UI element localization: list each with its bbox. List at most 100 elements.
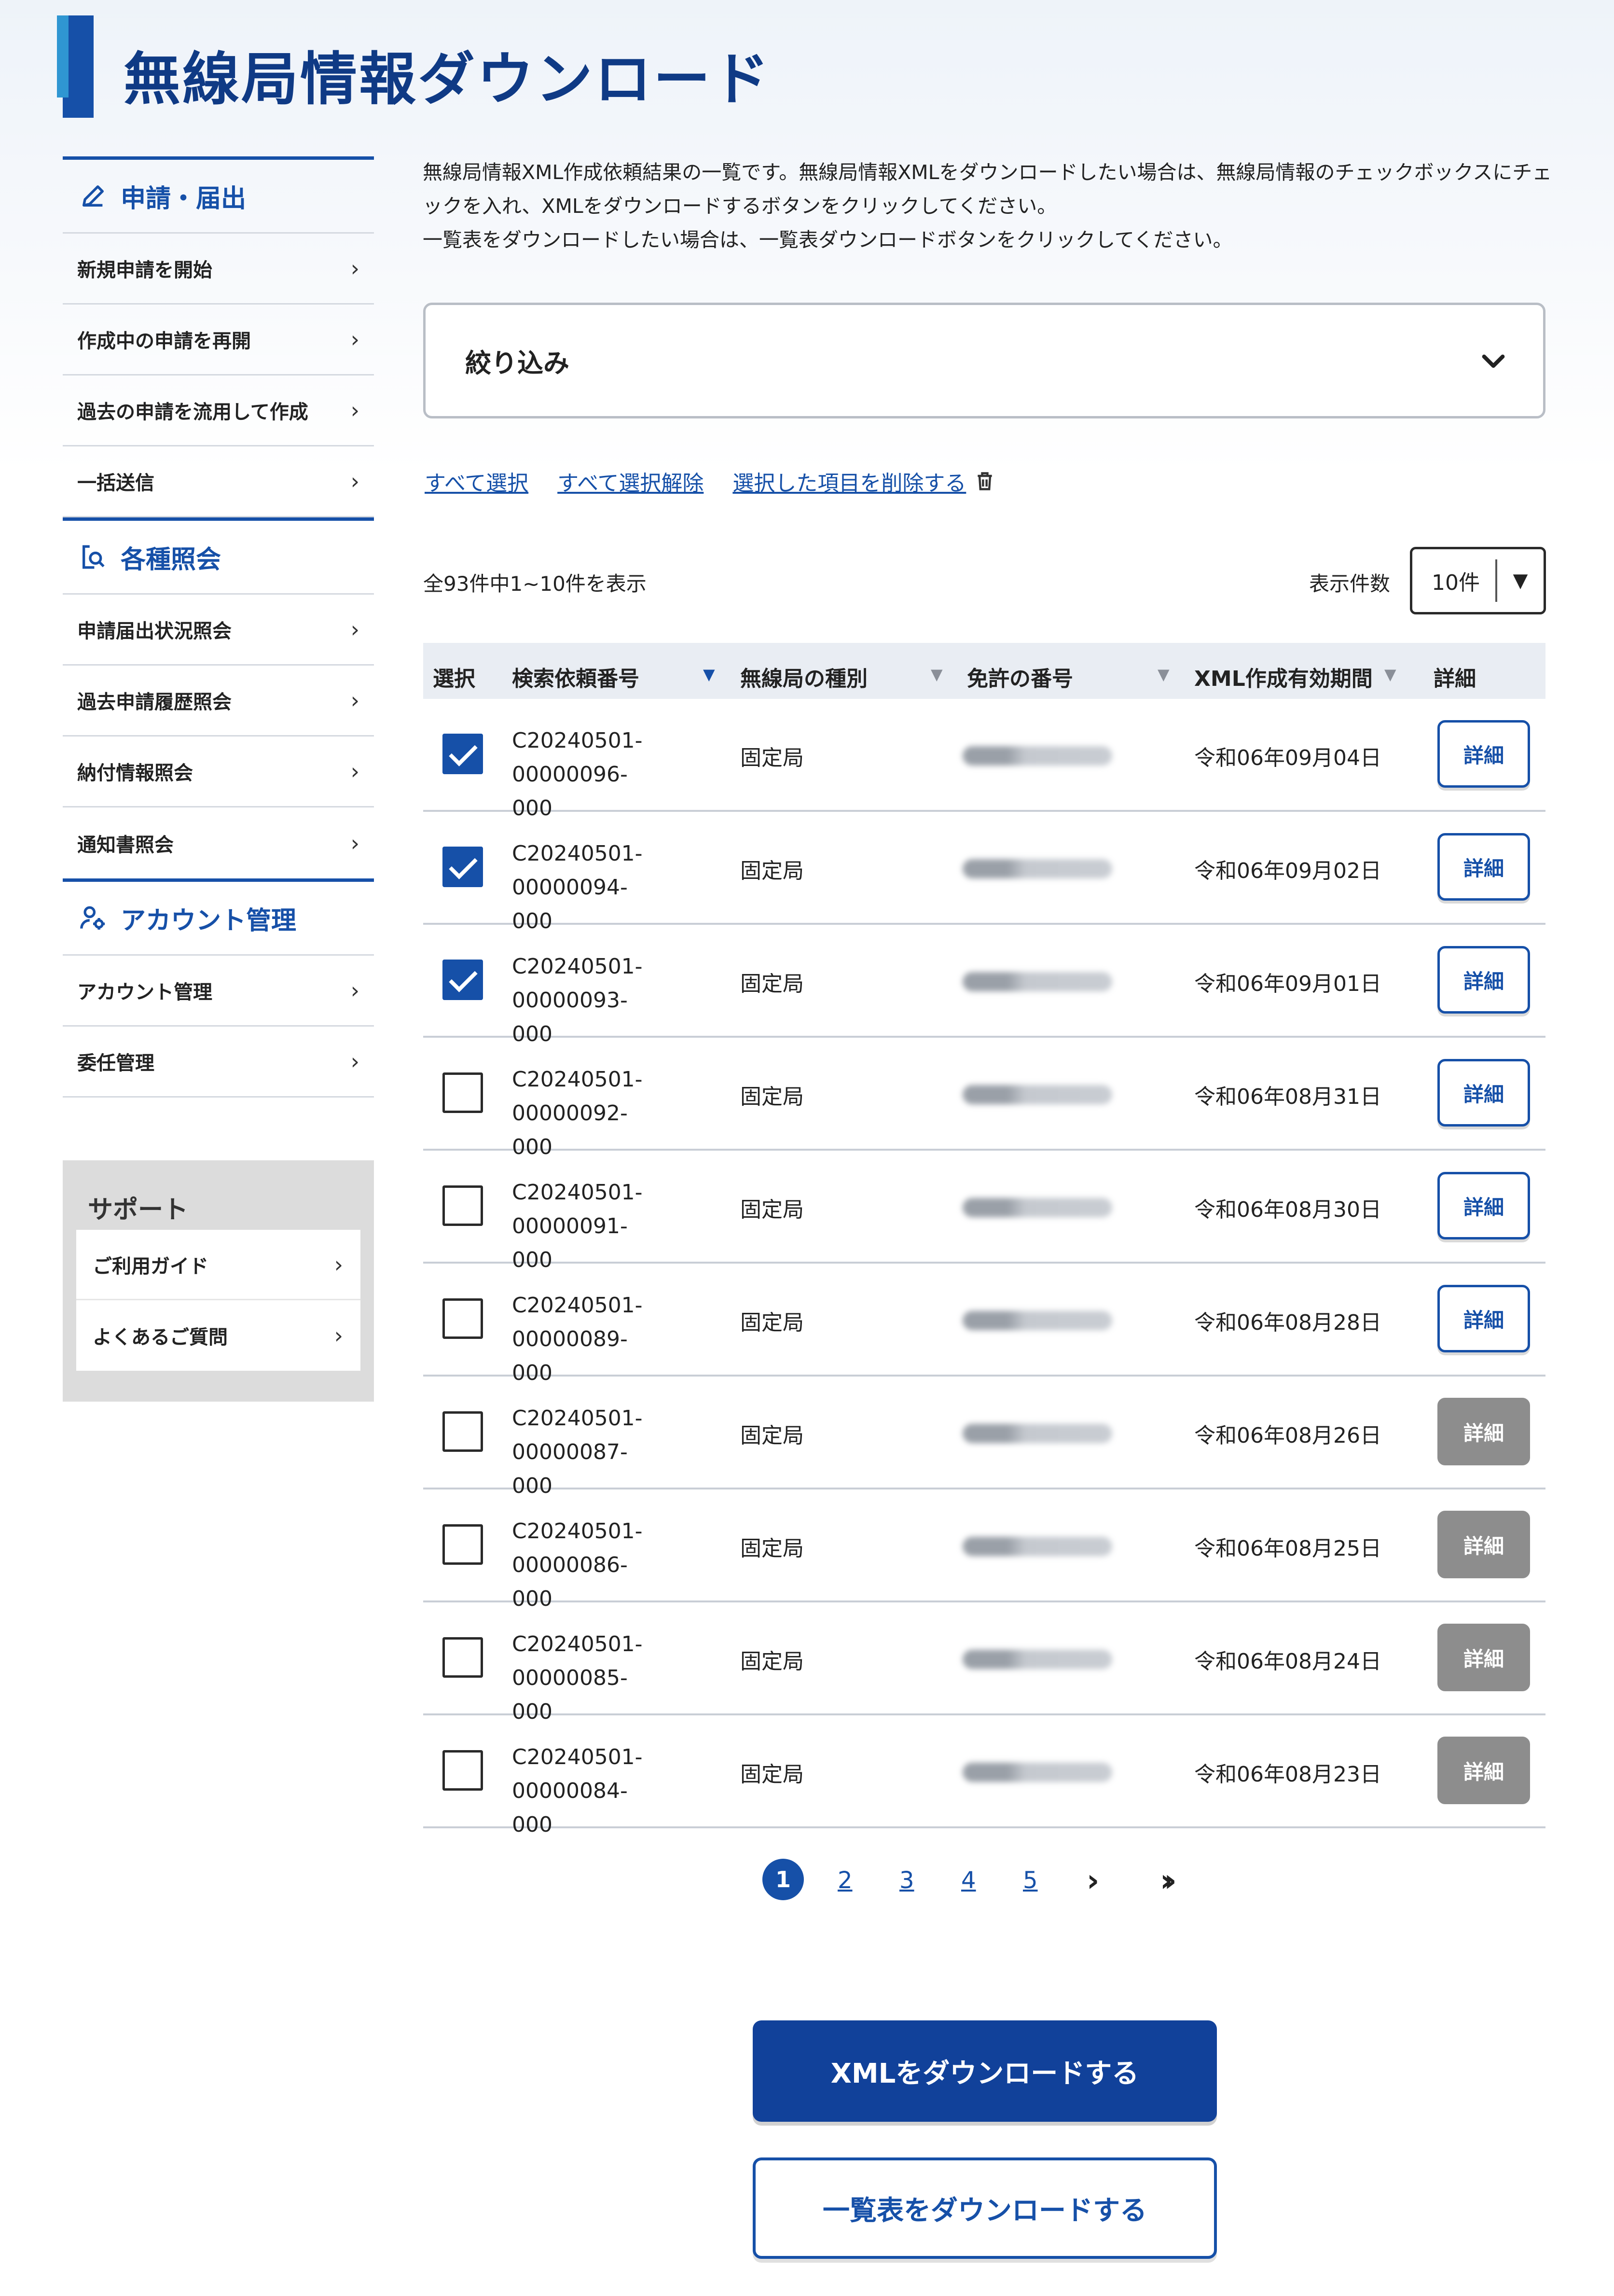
per-page-select[interactable]: 10件 ▼ xyxy=(1410,547,1546,614)
detail-button[interactable]: 詳細 xyxy=(1437,720,1530,788)
title-accent-bar xyxy=(57,15,94,118)
column-header-detail: 詳細 xyxy=(1434,667,1476,691)
search-id-line: C20240501-00000085- xyxy=(512,1632,643,1690)
page-link[interactable]: 4 xyxy=(961,1867,976,1894)
search-id-line: C20240501-00000089- xyxy=(512,1293,643,1351)
column-header-xml-period[interactable]: XML作成有効期間 xyxy=(1194,661,1373,692)
filter-accordion[interactable]: 絞り込み xyxy=(423,303,1545,418)
table-header: 選択 検索依頼番号 ▼ 無線局の種別 ▼ 免許の番号 ▼ XML作成有効期間 ▼… xyxy=(423,643,1545,699)
page-current[interactable]: 1 xyxy=(762,1859,804,1900)
row-checkbox[interactable] xyxy=(442,1524,483,1565)
intro-line: 一覧表をダウンロードしたい場合は、一覧表ダウンロードボタンをクリックしてください… xyxy=(423,228,1233,251)
detail-button[interactable]: 詳細 xyxy=(1437,1624,1530,1691)
page-link[interactable]: 2 xyxy=(838,1867,853,1894)
sidebar-item-bulk-send[interactable]: 一括送信 › xyxy=(63,446,374,517)
row-checkbox[interactable] xyxy=(442,1637,483,1678)
station-type-cell: 固定局 xyxy=(740,972,804,996)
table-row: C20240501-00000093- 000 固定局 令和06年09月01日 詳細 xyxy=(423,925,1545,1046)
detail-button[interactable]: 詳細 xyxy=(1437,1285,1530,1352)
last-page-icon[interactable]: ›› xyxy=(1160,1863,1176,1899)
row-checkbox[interactable] xyxy=(442,847,483,887)
detail-button[interactable]: 詳細 xyxy=(1437,1172,1530,1239)
chevron-down-icon xyxy=(1482,354,1505,368)
search-id-line: C20240501-00000096- xyxy=(512,728,643,787)
sidebar-item-status-inquiry[interactable]: 申請届出状況照会 › xyxy=(63,595,374,666)
sidebar-section-account: アカウント管理 xyxy=(63,878,374,956)
row-checkbox[interactable] xyxy=(442,960,483,1000)
detail-button[interactable]: 詳細 xyxy=(1437,1059,1530,1127)
sidebar-item-new-application[interactable]: 新規申請を開始 › xyxy=(63,234,374,305)
sidebar-item-notice-inquiry[interactable]: 通知書照会 › xyxy=(63,807,374,878)
sidebar-section-inquiry: 各種照会 xyxy=(63,517,374,595)
detail-button[interactable]: 詳細 xyxy=(1437,946,1530,1014)
detail-button[interactable]: 詳細 xyxy=(1437,1737,1530,1804)
sidebar-item-label: 委任管理 xyxy=(77,1052,154,1074)
pencil-icon xyxy=(83,185,104,207)
row-checkbox[interactable] xyxy=(442,1298,483,1339)
search-id-cell: C20240501-00000086- 000 xyxy=(512,1515,724,1616)
search-id-line: C20240501-00000086- xyxy=(512,1519,643,1577)
xml-period-cell: 令和06年08月28日 xyxy=(1194,1310,1381,1335)
download-xml-button[interactable]: XMLをダウンロードする xyxy=(753,2020,1217,2122)
trash-icon[interactable] xyxy=(976,471,994,492)
row-checkbox[interactable] xyxy=(442,1072,483,1113)
deselect-all-link[interactable]: すべて選択解除 xyxy=(557,466,704,497)
sidebar-section-title: 各種照会 xyxy=(121,545,221,574)
row-checkbox[interactable] xyxy=(442,734,483,774)
chevron-right-icon: › xyxy=(350,687,359,713)
next-page-icon[interactable]: › xyxy=(1087,1863,1099,1899)
sidebar-section-title: 申請・届出 xyxy=(121,184,247,213)
license-number-redacted xyxy=(963,1085,1112,1104)
search-id-line: 000 xyxy=(512,1812,552,1837)
search-id-cell: C20240501-00000096- 000 xyxy=(512,724,724,825)
sidebar-item-delegation[interactable]: 委任管理 › xyxy=(63,1027,374,1098)
per-page-value: 10件 xyxy=(1432,571,1480,595)
column-header-license-no[interactable]: 免許の番号 xyxy=(967,661,1073,692)
license-number-redacted xyxy=(963,1311,1112,1330)
column-header-search-id[interactable]: 検索依頼番号 xyxy=(512,661,639,692)
document-search-icon xyxy=(83,545,105,569)
delete-selected-link[interactable]: 選択した項目を削除する xyxy=(732,466,966,497)
sidebar-item-account-management[interactable]: アカウント管理 › xyxy=(63,956,374,1027)
xml-period-cell: 令和06年08月23日 xyxy=(1194,1762,1381,1787)
detail-button[interactable]: 詳細 xyxy=(1437,833,1530,901)
row-checkbox[interactable] xyxy=(442,1750,483,1791)
sort-icon[interactable]: ▼ xyxy=(931,665,943,683)
user-gear-icon xyxy=(80,906,105,930)
search-id-cell: C20240501-00000089- 000 xyxy=(512,1289,724,1390)
table-row: C20240501-00000092- 000 固定局 令和06年08月31日 詳細 xyxy=(423,1038,1545,1159)
support-item-faq[interactable]: よくあるご質問 › xyxy=(76,1300,360,1371)
column-header-station-type[interactable]: 無線局の種別 xyxy=(740,661,868,692)
sidebar-item-payment-inquiry[interactable]: 納付情報照会 › xyxy=(63,737,374,807)
table-row: C20240501-00000085- 000 固定局 令和06年08月24日 詳細 xyxy=(423,1602,1545,1724)
sort-icon[interactable]: ▼ xyxy=(1158,665,1170,683)
license-number-redacted xyxy=(963,1650,1112,1669)
sort-active-icon[interactable]: ▼ xyxy=(703,665,715,683)
detail-button[interactable]: 詳細 xyxy=(1437,1398,1530,1465)
support-item-guide[interactable]: ご利用ガイド › xyxy=(76,1230,360,1300)
xml-period-cell: 令和06年09月01日 xyxy=(1194,972,1381,996)
column-header-select: 選択 xyxy=(433,667,475,691)
sidebar-item-reuse-past[interactable]: 過去の申請を流用して作成 › xyxy=(63,376,374,446)
row-checkbox[interactable] xyxy=(442,1411,483,1452)
row-checkbox[interactable] xyxy=(442,1185,483,1226)
select-all-link[interactable]: すべて選択 xyxy=(425,466,528,497)
sidebar-item-history-inquiry[interactable]: 過去申請履歴照会 › xyxy=(63,666,374,737)
page-link[interactable]: 3 xyxy=(899,1867,914,1894)
page-link[interactable]: 5 xyxy=(1023,1867,1038,1894)
detail-button[interactable]: 詳細 xyxy=(1437,1511,1530,1578)
intro-line: ックを入れ、XMLをダウンロードするボタンをクリックしてください。 xyxy=(423,195,1057,218)
download-list-button[interactable]: 一覧表をダウンロードする xyxy=(753,2157,1217,2259)
support-title: サポート xyxy=(88,1196,189,1225)
intro-line: 無線局情報XML作成依頼結果の一覧です。無線局情報XMLをダウンロードしたい場合… xyxy=(423,161,1552,184)
search-id-cell: C20240501-00000094- 000 xyxy=(512,837,724,938)
search-id-line: C20240501-00000091- xyxy=(512,1180,643,1238)
sidebar-section-title: アカウント管理 xyxy=(121,906,297,935)
table-row: C20240501-00000096- 000 固定局 令和06年09月04日 詳細 xyxy=(423,699,1545,821)
search-id-line: C20240501-00000093- xyxy=(512,954,643,1013)
result-count: 全93件中1~10件を表示 xyxy=(423,572,647,596)
support-panel: サポート ご利用ガイド › よくあるご質問 › xyxy=(63,1160,374,1402)
sidebar-item-resume-draft[interactable]: 作成中の申請を再開 › xyxy=(63,305,374,376)
sidebar-nav: 申請・届出 新規申請を開始 › 作成中の申請を再開 › 過去の申請を流用して作成 › … xyxy=(63,156,374,1098)
sort-icon[interactable]: ▼ xyxy=(1384,665,1396,683)
